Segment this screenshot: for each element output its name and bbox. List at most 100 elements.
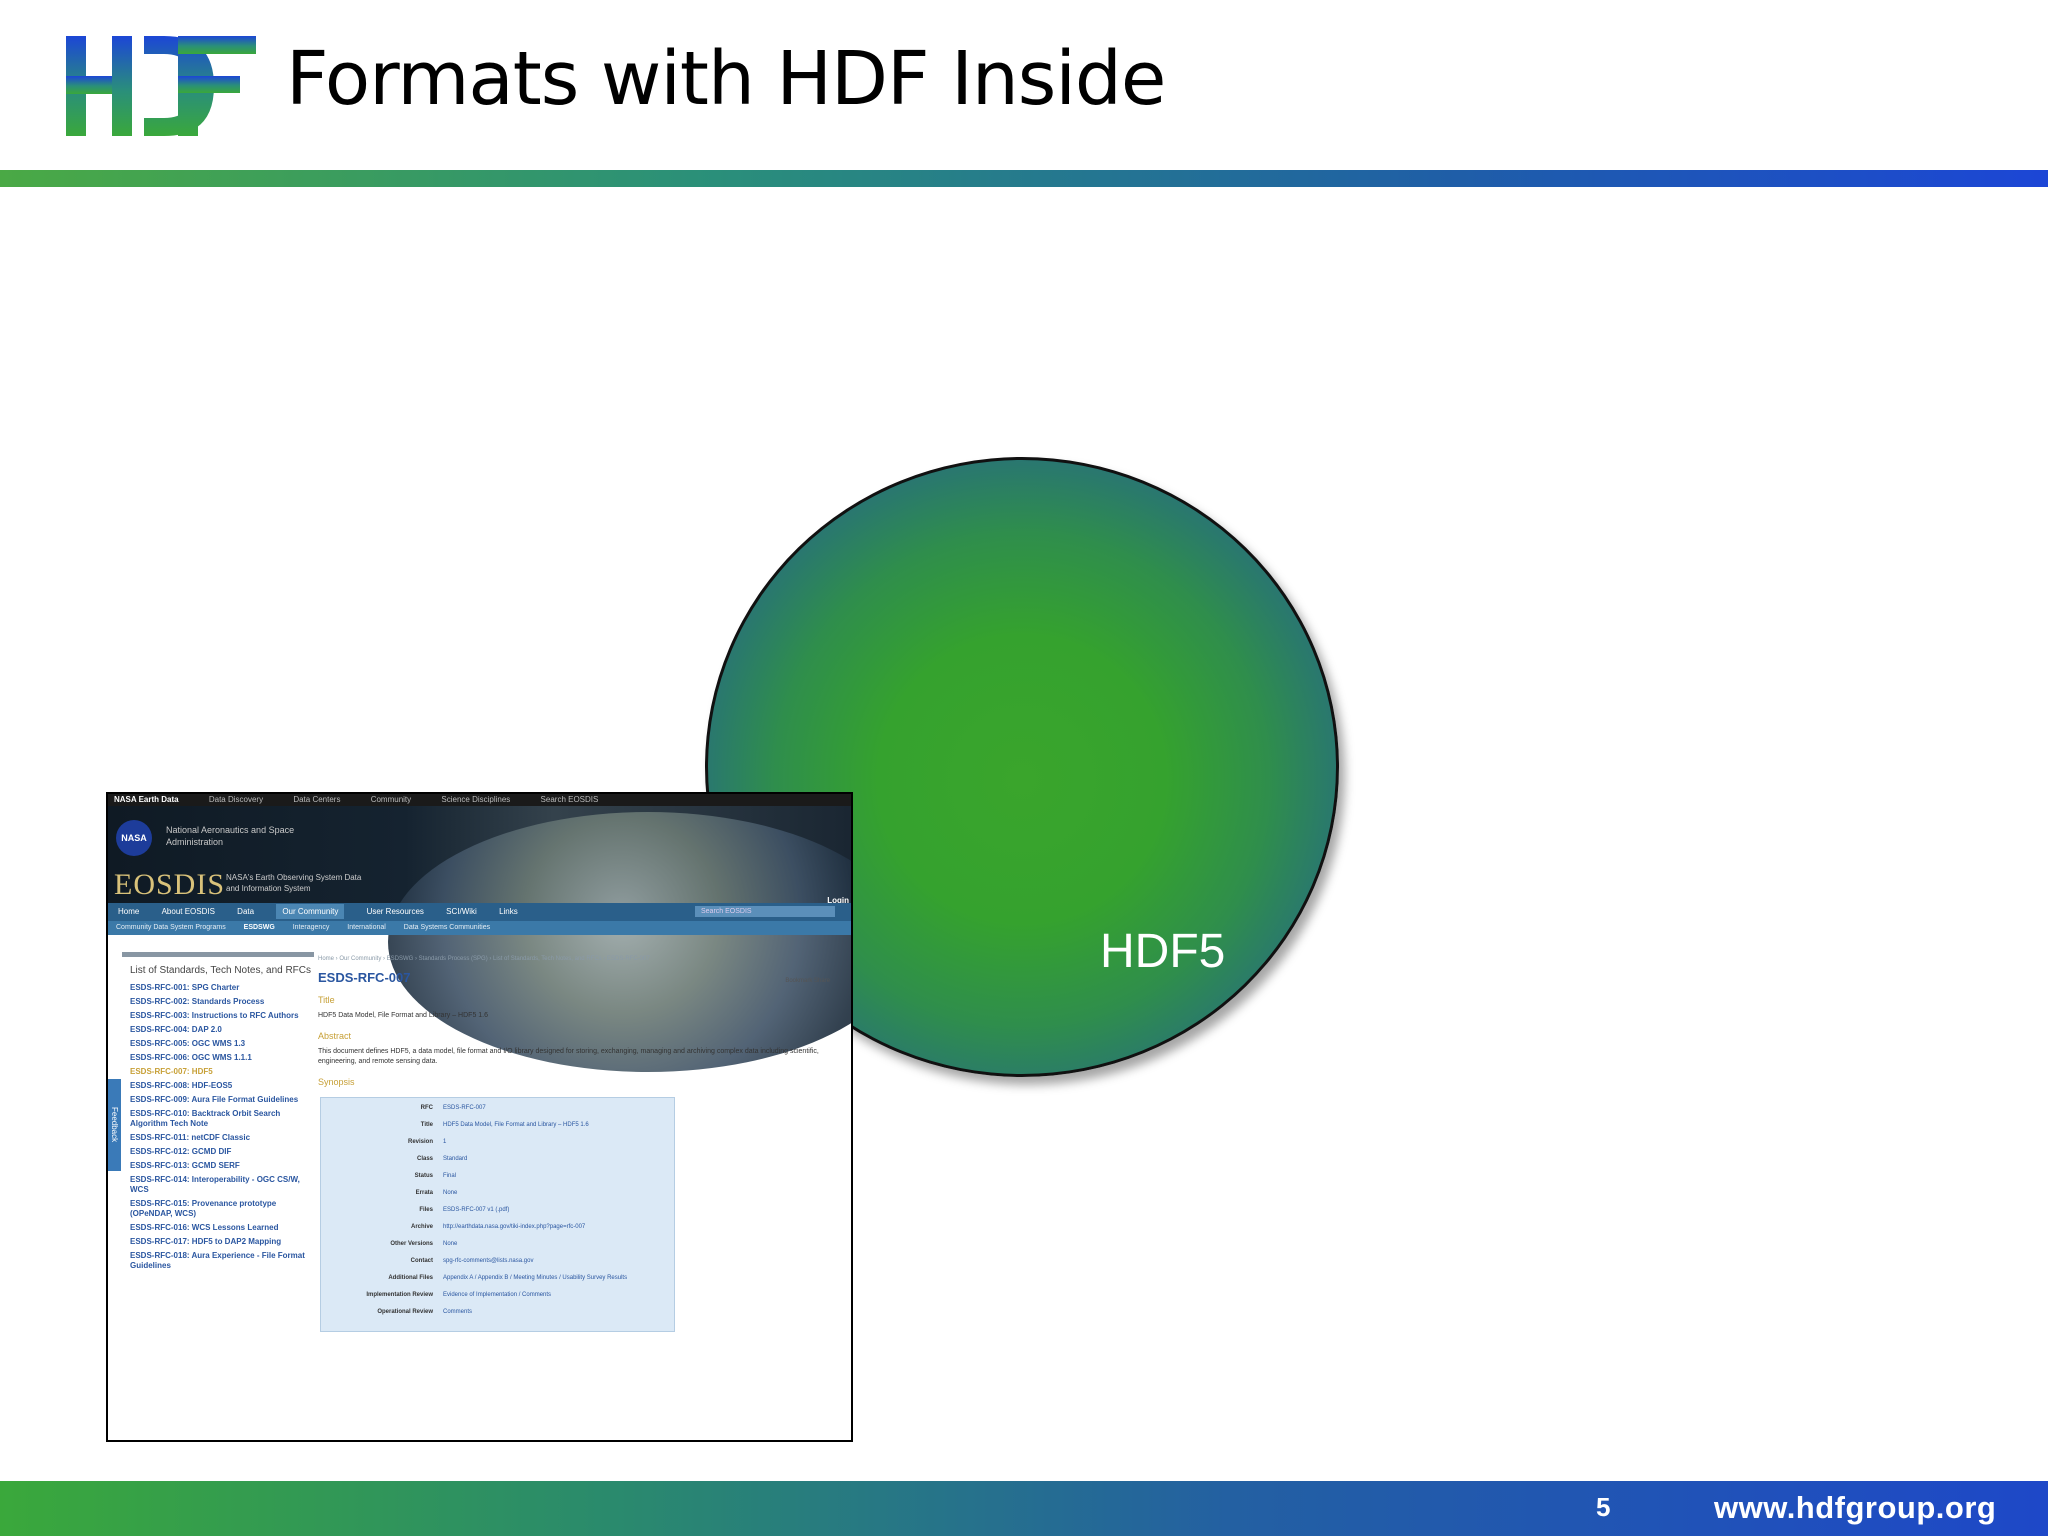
site-name: EOSDIS [114, 868, 226, 901]
synopsis-key: Files [419, 1207, 433, 1213]
topbar-item: Search EOSDIS [540, 795, 599, 804]
title-text: HDF5 Data Model, File Format and Library… [318, 1012, 489, 1019]
synopsis-key: Archive [410, 1224, 433, 1230]
synopsis-key: Additional Files [388, 1275, 433, 1281]
eosdis-webpage-screenshot: NASA Earth Data Data Discovery Data Cent… [106, 792, 853, 1442]
abstract-heading: Abstract [318, 1031, 352, 1041]
synopsis-row: Title HDF5 Data Model, File Format and Li… [325, 1121, 670, 1129]
synopsis-value: 1 [443, 1139, 447, 1145]
page-number: 5 [1596, 1492, 1611, 1522]
shot-search-input: Search EOSDIS [695, 906, 835, 917]
sidebar-item: ESDS-RFC-012: GCMD DIF [130, 1147, 232, 1156]
synopsis-value: ESDS-RFC-007 [443, 1105, 486, 1111]
website-url: www.hdfgroup.org [1714, 1490, 1997, 1525]
abstract-text: This document defines HDF5, a data model… [318, 1048, 819, 1065]
shot-sidebar: List of Standards, Tech Notes, and RFCs … [122, 952, 314, 1275]
nav-item: Links [499, 907, 518, 916]
sidebar-item: ESDS-RFC-009: Aura File Format Guideline… [130, 1095, 299, 1104]
synopsis-table: RFC ESDS-RFC-007 Title HDF5 Data Model, Fil… [320, 1097, 675, 1332]
synopsis-row: Other Versions None [325, 1240, 670, 1248]
nav-item-active: Our Community [276, 904, 345, 919]
synopsis-row: Status Final [325, 1172, 670, 1180]
sidebar-item: ESDS-RFC-004: DAP 2.0 [130, 1025, 222, 1034]
synopsis-key: Title [420, 1122, 433, 1128]
shot-banner: NASA National Aeronautics and Space Admi… [108, 806, 851, 1072]
synopsis-value: Appendix A / Appendix B / Meeting Minute… [443, 1275, 628, 1281]
synopsis-row: Errata None [325, 1189, 670, 1197]
synopsis-value: spg-rfc-comments@lists.nasa.gov [443, 1258, 534, 1264]
synopsis-key: Class [416, 1156, 433, 1162]
synopsis-value: HDF5 Data Model, File Format and Library… [443, 1122, 589, 1128]
nav-item: About EOSDIS [161, 907, 215, 916]
rfc-heading: ESDS-RFC-007 [318, 970, 411, 985]
synopsis-value: Standard [443, 1156, 468, 1162]
sidebar-item: ESDS-RFC-013: GCMD SERF [130, 1161, 240, 1170]
synopsis-key: Contact [410, 1258, 433, 1264]
sidebar-item: ESDS-RFC-014: Interoperability - OGC CS/… [130, 1175, 300, 1194]
nasa-label: National Aeronautics and Space Administr… [166, 825, 295, 847]
subnav-item: Community Data System Programs [116, 924, 226, 931]
hdf-logo [66, 36, 256, 136]
synopsis-value: http://earthdata.nasa.gov/tiki-index.php… [443, 1224, 586, 1230]
synopsis-value: ESDS-RFC-007 v1 (.pdf) [443, 1207, 510, 1213]
sidebar-rule [122, 952, 314, 957]
synopsis-key: Status [414, 1173, 433, 1179]
nav-item: SCI/Wiki [446, 907, 477, 916]
sidebar-item: ESDS-RFC-002: Standards Process [130, 997, 265, 1006]
sidebar-item: ESDS-RFC-007: HDF5 [130, 1067, 213, 1076]
sidebar-item: ESDS-RFC-011: netCDF Classic [130, 1133, 251, 1142]
topbar-item: NASA Earth Data [114, 795, 179, 804]
nav-item: Home [118, 907, 140, 916]
sidebar-item: ESDS-RFC-016: WCS Lessons Learned [130, 1223, 279, 1232]
synopsis-row: RFC ESDS-RFC-007 [325, 1104, 670, 1112]
synopsis-row: Contact spg-rfc-comments@lists.nasa.gov [325, 1257, 670, 1265]
synopsis-row: Implementation Review Evidence of Impleme… [325, 1291, 670, 1299]
shot-subnav: Community Data System Programs ESDSWG In… [108, 921, 851, 935]
synopsis-key: Errata [415, 1190, 433, 1196]
site-subtitle: NASA's Earth Observing System Data and I… [226, 873, 362, 893]
synopsis-row: Revision 1 [325, 1138, 670, 1146]
sidebar-item: ESDS-RFC-010: Backtrack Orbit Search Alg… [130, 1109, 281, 1128]
synopsis-row: Files ESDS-RFC-007 v1 (.pdf) [325, 1206, 670, 1214]
sidebar-item: ESDS-RFC-003: Instructions to RFC Author… [130, 1011, 299, 1020]
title-heading: Title [318, 995, 335, 1005]
synopsis-value: None [443, 1190, 458, 1196]
sidebar-item: ESDS-RFC-001: SPG Charter [130, 983, 240, 992]
nasa-logo: NASA [116, 820, 152, 856]
synopsis-heading: Synopsis [318, 1077, 355, 1087]
bookmark-share: Bookmark Share [785, 978, 830, 984]
synopsis-row: Additional Files Appendix A / Appendix B … [325, 1274, 670, 1282]
sidebar-item: ESDS-RFC-005: OGC WMS 1.3 [130, 1039, 246, 1048]
slide-header: Formats with HDF Inside [0, 0, 2048, 170]
synopsis-row: Archive http://earthdata.nasa.gov/tiki-in… [325, 1223, 670, 1231]
topbar-item: Community [370, 795, 412, 804]
feedback-tab: Feedback [108, 1079, 121, 1171]
synopsis-row: Operational Review Comments [325, 1308, 670, 1316]
synopsis-key: Other Versions [390, 1241, 433, 1247]
synopsis-value: Final [443, 1173, 457, 1179]
breadcrumb: Home › Our Community › ESDSWG › Standard… [318, 956, 650, 962]
sidebar-item: ESDS-RFC-017: HDF5 to DAP2 Mapping [130, 1237, 282, 1246]
synopsis-key: Revision [407, 1139, 433, 1145]
subnav-item: Data Systems Communities [403, 924, 491, 931]
sidebar-item: ESDS-RFC-018: Aura Experience - File For… [130, 1251, 305, 1270]
topbar-item: Data Discovery [208, 795, 264, 804]
sidebar-list: ESDS-RFC-001: SPG Charter ESDS-RFC-002: S… [122, 983, 314, 1271]
sidebar-heading: List of Standards, Tech Notes, and RFCs [130, 965, 312, 976]
subnav-item: Interagency [292, 924, 330, 931]
subnav-item-active: ESDSWG [243, 924, 275, 931]
sidebar-item: ESDS-RFC-015: Provenance prototype (OPeN… [130, 1199, 277, 1218]
synopsis-row: Class Standard [325, 1155, 670, 1163]
synopsis-value: Evidence of Implementation / Comments [443, 1292, 552, 1298]
shot-main: Home › Our Community › ESDSWG › Standard… [318, 952, 848, 1332]
synopsis-key: Operational Review [377, 1309, 433, 1315]
synopsis-value: None [443, 1241, 458, 1247]
shot-nav: Home About EOSDIS Data Our Community Use… [108, 903, 851, 921]
synopsis-key: RFC [420, 1105, 433, 1111]
synopsis-key: Implementation Review [366, 1292, 433, 1298]
synopsis-value: Comments [443, 1309, 473, 1315]
topbar-item: Science Disciplines [441, 795, 511, 804]
topbar-item: Data Centers [293, 795, 341, 804]
circle-label: HDF5 [1100, 925, 1226, 978]
header-divider [0, 170, 2048, 187]
